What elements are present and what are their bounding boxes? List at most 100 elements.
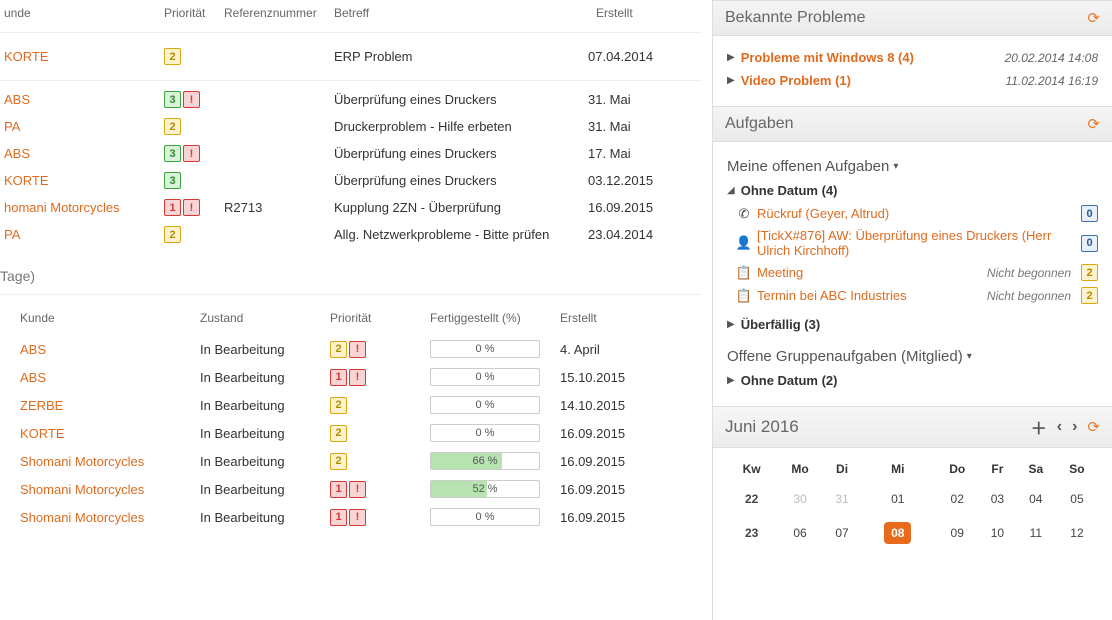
- group-no-date-label: Ohne Datum (2): [741, 373, 838, 388]
- task-row[interactable]: ✆ Rückruf (Geyer, Altrud) 0: [727, 202, 1098, 225]
- table-row[interactable]: ABS 3! Überprüfung eines Druckers 17. Ma…: [0, 140, 702, 167]
- kunde-link[interactable]: ABS: [4, 146, 30, 161]
- calendar-title: Juni 2016: [725, 417, 799, 437]
- problem-row[interactable]: ▶ Video Problem (1) 11.02.2014 16:19: [727, 69, 1098, 92]
- table-row[interactable]: KORTE 2 ERP Problem 07.04.2014: [0, 43, 702, 70]
- group-no-date-toggle[interactable]: ▶ Ohne Datum (2): [727, 369, 1098, 392]
- kunde-link[interactable]: homani Motorcycles: [4, 200, 120, 215]
- calendar-prev-icon[interactable]: ‹: [1057, 418, 1062, 436]
- table-row[interactable]: ABS In Bearbeitung 2! 0 % 4. April: [0, 335, 702, 363]
- problem-link[interactable]: Probleme mit Windows 8 (4): [741, 50, 914, 65]
- kunde-link[interactable]: ABS: [20, 342, 46, 357]
- kunde-link[interactable]: KORTE: [4, 49, 49, 64]
- col2-fertig[interactable]: Fertiggestellt (%): [430, 311, 560, 325]
- col-kunde[interactable]: unde: [0, 0, 160, 26]
- table-row[interactable]: KORTE In Bearbeitung 2 0 % 16.09.2015: [0, 419, 702, 447]
- cal-week: 22: [727, 484, 776, 514]
- cal-day[interactable]: 31: [824, 484, 861, 514]
- alert-icon: !: [349, 509, 366, 526]
- progress-bar: 52 %: [430, 480, 540, 498]
- tickets-header: unde Priorität Referenznummer Betreff Er…: [0, 0, 702, 33]
- cal-day[interactable]: 07: [824, 514, 861, 552]
- task-link[interactable]: Rückruf (Geyer, Altrud): [757, 206, 889, 221]
- col2-erstellt[interactable]: Erstellt: [560, 311, 670, 325]
- tasks-overdue-toggle[interactable]: ▶ Überfällig (3): [727, 313, 1098, 336]
- col2-zustand[interactable]: Zustand: [200, 311, 330, 325]
- col-betreff[interactable]: Betreff: [330, 0, 592, 26]
- problem-link[interactable]: Video Problem (1): [741, 73, 851, 88]
- betreff-cell: Überprüfung eines Druckers: [334, 92, 588, 107]
- kunde-link[interactable]: ZERBE: [20, 398, 63, 413]
- calendar-head: Juni 2016 ＋ ‹ › ⟳: [713, 406, 1112, 448]
- my-open-tasks-toggle[interactable]: Meine offenen Aufgaben ▾: [727, 158, 1098, 175]
- cal-row: 23 06070809101112: [727, 514, 1098, 552]
- priority-badge: 1: [330, 481, 347, 498]
- calendar-add-icon[interactable]: ＋: [1031, 415, 1047, 439]
- erstellt-cell: 23.04.2014: [588, 227, 698, 242]
- task-status: Nicht begonnen: [987, 266, 1071, 280]
- cal-day[interactable]: 30: [776, 484, 823, 514]
- table-row[interactable]: PA 2 Druckerproblem - Hilfe erbeten 31. …: [0, 113, 702, 140]
- cal-day[interactable]: 06: [776, 514, 823, 552]
- cal-day[interactable]: 08: [860, 514, 935, 552]
- problem-row[interactable]: ▶ Probleme mit Windows 8 (4) 20.02.2014 …: [727, 46, 1098, 69]
- table-row[interactable]: Shomani Motorcycles In Bearbeitung 2 66 …: [0, 447, 702, 475]
- col2-prio[interactable]: Priorität: [330, 311, 430, 325]
- task-row[interactable]: 📋 Termin bei ABC Industries Nicht begonn…: [727, 284, 1098, 307]
- cal-day[interactable]: 01: [860, 484, 935, 514]
- person-icon: 👤: [737, 235, 751, 251]
- problem-timestamp: 20.02.2014 14:08: [1005, 51, 1098, 65]
- kunde-link[interactable]: Shomani Motorcycles: [20, 454, 144, 469]
- kunde-link[interactable]: KORTE: [4, 173, 49, 188]
- task-link[interactable]: [TickX#876] AW: Überprüfung eines Drucke…: [757, 228, 1081, 258]
- col-prio[interactable]: Priorität: [160, 0, 220, 26]
- chevron-down-icon: ▾: [967, 351, 972, 362]
- cal-day[interactable]: 09: [935, 514, 979, 552]
- cal-day[interactable]: 02: [935, 484, 979, 514]
- table-row[interactable]: homani Motorcycles 1! R2713 Kupplung 2ZN…: [0, 194, 702, 221]
- table-row[interactable]: PA 2 Allg. Netzwerkprobleme - Bitte prüf…: [0, 221, 702, 248]
- col-ref[interactable]: Referenznummer: [220, 0, 330, 26]
- col-erstellt[interactable]: Erstellt: [592, 0, 702, 26]
- task-row[interactable]: 📋 Meeting Nicht begonnen 2: [727, 261, 1098, 284]
- task-status: Nicht begonnen: [987, 289, 1071, 303]
- calendar-next-icon[interactable]: ›: [1072, 418, 1077, 436]
- col2-kunde[interactable]: Kunde: [0, 311, 200, 325]
- refresh-icon[interactable]: ⟳: [1087, 418, 1100, 436]
- cal-dow: Sa: [1016, 454, 1056, 484]
- kunde-link[interactable]: PA: [4, 227, 20, 242]
- kunde-link[interactable]: ABS: [20, 370, 46, 385]
- task-link[interactable]: Meeting: [757, 265, 803, 280]
- table-row[interactable]: ABS 3! Überprüfung eines Druckers 31. Ma…: [0, 80, 702, 113]
- kunde-link[interactable]: KORTE: [20, 426, 65, 441]
- erstellt-cell: 07.04.2014: [588, 49, 698, 64]
- cal-day[interactable]: 04: [1016, 484, 1056, 514]
- kunde-link[interactable]: PA: [4, 119, 20, 134]
- tasks-no-date-toggle[interactable]: ◢ Ohne Datum (4): [727, 179, 1098, 202]
- panel-problems-head: Bekannte Probleme ⟳: [713, 0, 1112, 36]
- progress-bar: 66 %: [430, 452, 540, 470]
- task-row[interactable]: 👤 [TickX#876] AW: Überprüfung eines Druc…: [727, 225, 1098, 261]
- priority-badge: 1: [330, 369, 347, 386]
- cal-day[interactable]: 11: [1016, 514, 1056, 552]
- table-row[interactable]: KORTE 3 Überprüfung eines Druckers 03.12…: [0, 167, 702, 194]
- table-row[interactable]: ZERBE In Bearbeitung 2 0 % 14.10.2015: [0, 391, 702, 419]
- cal-dow: Kw: [727, 454, 776, 484]
- cal-day[interactable]: 10: [979, 514, 1016, 552]
- table-row[interactable]: Shomani Motorcycles In Bearbeitung 1! 52…: [0, 475, 702, 503]
- kunde-link[interactable]: Shomani Motorcycles: [20, 482, 144, 497]
- cal-day[interactable]: 12: [1056, 514, 1098, 552]
- refresh-icon[interactable]: ⟳: [1087, 115, 1100, 133]
- panel-problems-title: Bekannte Probleme: [725, 9, 866, 27]
- refresh-icon[interactable]: ⟳: [1087, 9, 1100, 27]
- chevron-down-icon: ▾: [893, 161, 898, 172]
- cal-day[interactable]: 03: [979, 484, 1016, 514]
- group-tasks-toggle[interactable]: Offene Gruppenaufgaben (Mitglied) ▾: [727, 348, 1098, 365]
- table-row[interactable]: Shomani Motorcycles In Bearbeitung 1! 0 …: [0, 503, 702, 531]
- cal-day[interactable]: 05: [1056, 484, 1098, 514]
- kunde-link[interactable]: ABS: [4, 92, 30, 107]
- table-row[interactable]: ABS In Bearbeitung 1! 0 % 15.10.2015: [0, 363, 702, 391]
- task-link[interactable]: Termin bei ABC Industries: [757, 288, 907, 303]
- kunde-link[interactable]: Shomani Motorcycles: [20, 510, 144, 525]
- erstellt-cell: 16.09.2015: [560, 510, 670, 525]
